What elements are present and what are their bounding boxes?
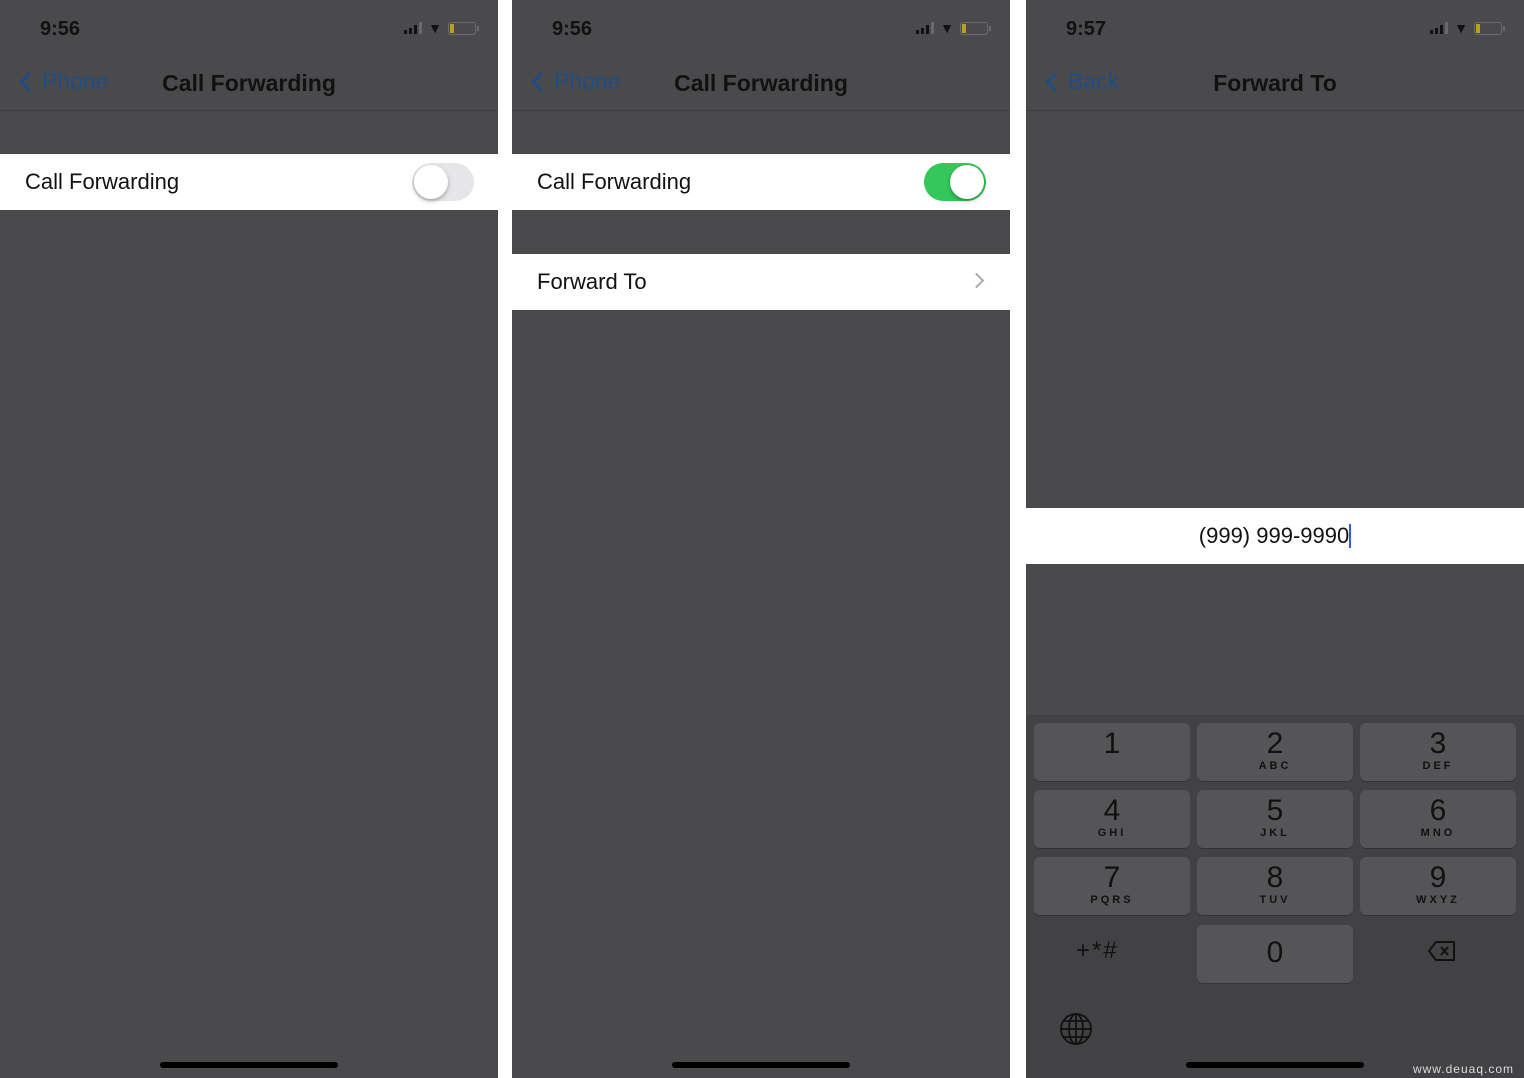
nav-divider — [0, 110, 498, 111]
row-label: Call Forwarding — [25, 169, 180, 194]
screen-call-forwarding-off: 9:56 ▼ Phone Call Forwarding Call Forwar… — [0, 0, 498, 1078]
status-time: 9:57 — [1066, 18, 1107, 40]
signal-icon — [404, 22, 423, 34]
battery-icon — [1474, 21, 1505, 35]
row-label: Forward To — [537, 269, 647, 294]
key-letters: WXYZ — [1416, 894, 1460, 906]
key-digit: 4 — [1103, 794, 1121, 827]
key-letters: PQRS — [1090, 894, 1134, 906]
key-1[interactable]: 1 — [1034, 723, 1190, 781]
key-5[interactable]: 5 JKL — [1197, 790, 1353, 848]
text-cursor — [1349, 524, 1352, 548]
key-letters: JKL — [1260, 827, 1290, 839]
key-digit: 0 — [1266, 936, 1284, 969]
status-time: 9:56 — [40, 18, 81, 40]
phone-number-value: (999) 999-9990 — [1198, 523, 1350, 548]
home-indicator — [672, 1062, 850, 1068]
key-8[interactable]: 8 TUV — [1197, 857, 1353, 915]
nav-divider — [1026, 110, 1524, 111]
battery-icon — [448, 21, 479, 35]
globe-key[interactable] — [1059, 1012, 1093, 1051]
phone-number-field[interactable]: (999) 999-9990 — [1026, 508, 1524, 564]
page-title: Call Forwarding — [162, 70, 336, 96]
key-letters: MNO — [1420, 827, 1456, 839]
wifi-icon: ▼ — [428, 20, 442, 36]
screen-forward-to: 9:57 ▼ Back Forward To (999) 999-9990 12… — [1026, 0, 1524, 1078]
call-forwarding-toggle[interactable] — [412, 163, 474, 201]
key-letters: ABC — [1258, 760, 1292, 772]
call-forwarding-toggle[interactable] — [924, 163, 986, 201]
symbols-key[interactable]: +*# — [1076, 937, 1119, 965]
globe-icon — [1060, 1013, 1092, 1045]
key-letters: DEF — [1422, 760, 1454, 772]
wifi-icon: ▼ — [940, 20, 954, 36]
watermark: www.deuaq.com — [1412, 1062, 1514, 1076]
home-indicator — [1186, 1062, 1364, 1068]
key-6[interactable]: 6 MNO — [1360, 790, 1516, 848]
status-time: 9:56 — [552, 18, 593, 40]
key-9[interactable]: 9 WXYZ — [1360, 857, 1516, 915]
nav-divider — [512, 110, 1010, 111]
key-digit: 9 — [1429, 861, 1447, 894]
call-forwarding-row: Call Forwarding — [0, 154, 498, 210]
forward-to-row[interactable]: Forward To — [512, 254, 1010, 310]
key-0[interactable]: 0 — [1197, 925, 1353, 983]
home-indicator — [160, 1062, 338, 1068]
key-digit: 3 — [1429, 727, 1447, 760]
signal-icon — [916, 22, 935, 34]
wifi-icon: ▼ — [1454, 20, 1468, 36]
row-label: Call Forwarding — [537, 169, 692, 194]
key-digit: 1 — [1103, 727, 1121, 760]
delete-key[interactable] — [1427, 940, 1457, 967]
signal-icon — [1430, 22, 1449, 34]
key-letters: TUV — [1259, 894, 1291, 906]
key-digit: 5 — [1266, 794, 1284, 827]
status-icons: ▼ — [404, 20, 479, 36]
key-digit: 2 — [1266, 727, 1284, 760]
key-letters: GHI — [1097, 827, 1127, 839]
numeric-keypad: 1 2 ABC 3 DEF 4 GHI 5 JKL 6 MNO 7 PQRS 8 TUV 9 WXYZ 0 +*#… — [1026, 715, 1524, 1078]
key-digit: 6 — [1429, 794, 1447, 827]
key-digit: 7 — [1103, 861, 1121, 894]
key-2[interactable]: 2 ABC — [1197, 723, 1353, 781]
page-title: Forward To — [1213, 70, 1337, 96]
page-title: Call Forwarding — [674, 70, 848, 96]
battery-icon — [960, 21, 991, 35]
screen-call-forwarding-on: 9:56 ▼ Phone Call Forwarding Call Forwar… — [512, 0, 1010, 1078]
call-forwarding-row: Call Forwarding — [512, 154, 1010, 210]
status-icons: ▼ — [916, 20, 991, 36]
status-icons: ▼ — [1430, 20, 1505, 36]
key-7[interactable]: 7 PQRS — [1034, 857, 1190, 915]
key-digit: 8 — [1266, 861, 1284, 894]
key-4[interactable]: 4 GHI — [1034, 790, 1190, 848]
backspace-icon — [1427, 941, 1455, 961]
chevron-right-icon — [968, 272, 985, 289]
key-3[interactable]: 3 DEF — [1360, 723, 1516, 781]
